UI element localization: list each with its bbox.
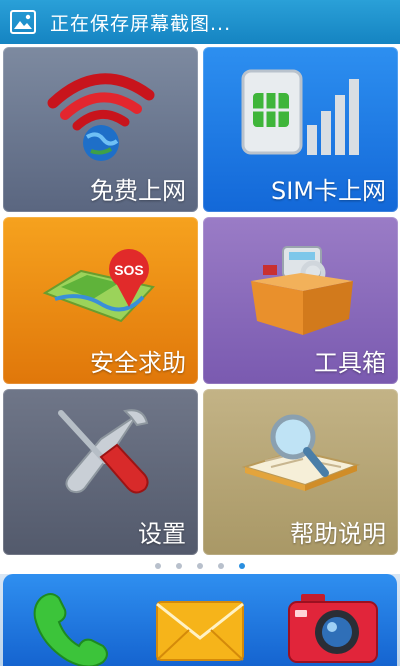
page-dot[interactable] [197,563,203,569]
dock [0,574,400,666]
tile-label: 帮助说明 [290,520,386,548]
camera-icon[interactable] [287,592,379,664]
tile-settings[interactable]: 设置 [3,389,198,555]
tile-label: 设置 [138,520,186,548]
wifi-globe-icon [47,73,155,161]
tile-label: 安全求助 [90,349,186,377]
sos-map-icon: SOS [42,249,155,323]
wrench-screwdriver-icon [58,409,149,494]
page-dot-active[interactable] [239,563,245,569]
toolbox-icon [251,246,353,335]
screenshot-image-icon [10,10,36,34]
tile-label: 工具箱 [314,349,386,377]
page-dot[interactable] [218,563,224,569]
tile-label: 免费上网 [90,177,186,205]
sim-card-signal-icon [241,69,359,155]
svg-text:SOS: SOS [114,262,144,278]
tile-help[interactable]: 帮助说明 [203,389,398,555]
phone-icon[interactable] [27,588,111,666]
status-bar: 正在保存屏幕截图... [0,0,400,44]
dock-bar [3,574,397,666]
tile-safety-help[interactable]: SOS 安全求助 [3,217,198,384]
message-envelope-icon[interactable] [155,600,245,662]
tile-toolbox[interactable]: 工具箱 [203,217,398,384]
page-indicator [0,558,400,574]
page-dot[interactable] [176,563,182,569]
book-magnifier-icon [241,414,361,491]
tile-label: SIM卡上网 [270,177,386,205]
tile-free-internet[interactable]: 免费上网 [3,47,198,212]
tile-sim-internet[interactable]: SIM卡上网 [203,47,398,212]
app-grid: 免费上网 SIM卡上网 SOS 安全求助 工具箱 设置 帮助说明 [0,44,400,574]
page-dot[interactable] [155,563,161,569]
status-title: 正在保存屏幕截图... [50,12,232,35]
